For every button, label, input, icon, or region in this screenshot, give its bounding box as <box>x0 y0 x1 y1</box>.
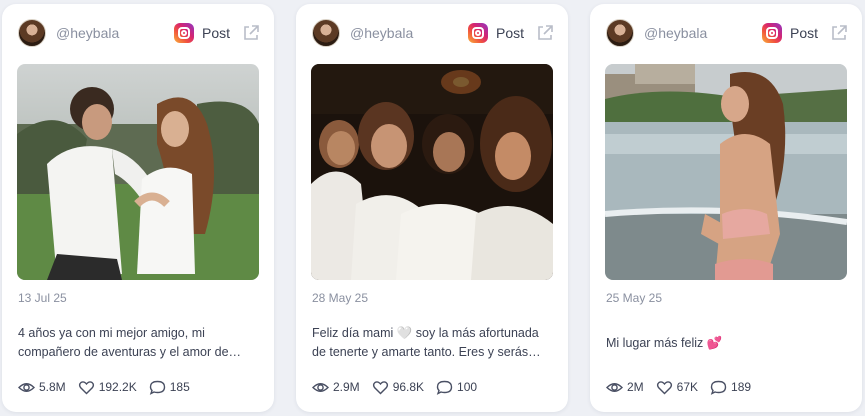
external-link-icon[interactable] <box>830 24 848 42</box>
likes-count: 192.2K <box>98 380 137 394</box>
views-stat: 2.9M <box>312 380 360 395</box>
comment-icon <box>149 380 165 395</box>
external-link-icon[interactable] <box>536 24 554 42</box>
post-header: @heybala Post <box>18 19 260 47</box>
post-date: 28 May 25 <box>312 291 369 305</box>
avatar[interactable] <box>312 19 340 47</box>
post-card[interactable]: @heybala Post <box>296 4 568 412</box>
views-stat: 2M <box>606 380 644 395</box>
posts-grid: @heybala Post 13 Jul 25 4 años ya con mi… <box>0 0 865 416</box>
post-card[interactable]: @heybala Post <box>590 4 862 412</box>
external-link-icon[interactable] <box>242 24 260 42</box>
avatar[interactable] <box>18 19 46 47</box>
post-header: @heybala Post <box>312 19 554 47</box>
comment-icon <box>710 380 727 395</box>
post-date: 13 Jul 25 <box>18 291 67 305</box>
author-handle[interactable]: @heybala <box>644 25 762 41</box>
post-type-label: Post <box>495 25 524 41</box>
post-header: @heybala Post <box>606 19 848 47</box>
likes-stat: 67K <box>656 380 698 395</box>
post-stats: 2.9M 96.8K 100 <box>312 378 489 396</box>
views-count: 2.9M <box>333 380 360 394</box>
comments-count: 185 <box>169 380 190 394</box>
post-stats: 5.8M 192.2K 185 <box>18 378 202 396</box>
post-type-label: Post <box>201 25 230 41</box>
post-caption: Mi lugar más feliz 💕 <box>606 336 723 350</box>
post-image[interactable] <box>605 64 847 280</box>
eye-icon <box>18 382 35 392</box>
instagram-icon <box>761 23 782 43</box>
comments-stat: 100 <box>436 380 477 395</box>
instagram-icon <box>467 23 488 43</box>
comment-icon <box>436 380 453 395</box>
post-card[interactable]: @heybala Post <box>2 4 274 412</box>
eye-icon <box>312 382 329 392</box>
views-count: 5.8M <box>39 380 66 394</box>
post-date: 25 May 25 <box>606 291 663 305</box>
heart-icon <box>78 380 94 394</box>
views-count: 2M <box>627 380 644 394</box>
post-caption: Feliz día mami 🤍 soy la más afortunada d… <box>312 326 541 359</box>
post-type-label: Post <box>789 25 818 41</box>
author-handle[interactable]: @heybala <box>350 25 468 41</box>
post-image[interactable] <box>17 64 259 280</box>
post-image[interactable] <box>311 64 553 280</box>
eye-icon <box>606 382 623 392</box>
post-stats: 2M 67K 189 <box>606 378 763 396</box>
likes-stat: 192.2K <box>78 380 137 395</box>
likes-stat: 96.8K <box>372 380 424 395</box>
views-stat: 5.8M <box>18 380 66 395</box>
likes-count: 96.8K <box>392 380 425 394</box>
author-handle[interactable]: @heybala <box>56 25 174 41</box>
comments-count: 100 <box>457 380 478 394</box>
comments-count: 189 <box>731 380 752 394</box>
heart-icon <box>656 380 672 394</box>
comments-stat: 189 <box>710 380 751 395</box>
avatar[interactable] <box>606 19 634 47</box>
heart-icon <box>372 380 388 394</box>
instagram-icon <box>173 23 194 43</box>
post-caption: 4 años ya con mi mejor amigo, mi compañe… <box>18 326 242 359</box>
likes-count: 67K <box>676 380 699 394</box>
comments-stat: 185 <box>149 380 190 395</box>
